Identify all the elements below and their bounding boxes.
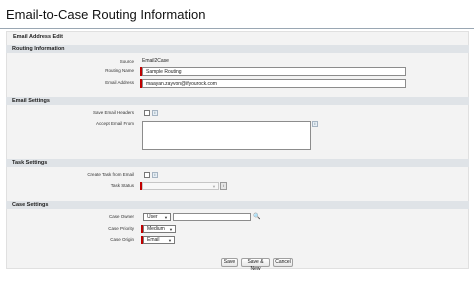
accept-email-from-textarea[interactable] bbox=[142, 121, 311, 150]
source-label: Source bbox=[119, 59, 134, 64]
case-priority-label: Case Priority bbox=[108, 226, 134, 231]
section-task-settings: Task Settings bbox=[6, 159, 469, 167]
save-button[interactable]: Save bbox=[221, 258, 238, 267]
title-divider bbox=[0, 28, 474, 29]
chevron-down-icon: ▼ bbox=[169, 227, 173, 232]
email-address-label: Email Address bbox=[105, 80, 134, 85]
panel-header: Email Address Edit bbox=[7, 32, 468, 43]
task-status-info-icon[interactable]: i bbox=[220, 182, 227, 190]
cancel-button[interactable]: Cancel bbox=[273, 258, 293, 267]
section-case-settings: Case Settings bbox=[6, 201, 469, 209]
info-icon[interactable]: i bbox=[152, 172, 158, 178]
task-status-select[interactable]: ▼ bbox=[142, 182, 219, 190]
info-icon[interactable]: i bbox=[152, 110, 158, 116]
section-routing-information: Routing Information bbox=[6, 45, 469, 53]
create-task-checkbox[interactable] bbox=[144, 172, 150, 178]
task-status-label: Task Status bbox=[110, 183, 134, 188]
case-owner-type-select[interactable]: User ▼ bbox=[143, 213, 171, 221]
case-origin-select[interactable]: Email ▼ bbox=[143, 236, 175, 244]
chevron-down-icon: ▼ bbox=[212, 184, 216, 189]
create-task-label: Create Task from Email bbox=[87, 172, 134, 177]
case-owner-label: Case Owner bbox=[108, 214, 134, 219]
accept-email-from-label: Accept Email From bbox=[95, 121, 134, 126]
case-priority-select[interactable]: Medium ▼ bbox=[143, 225, 176, 233]
section-title: Routing Information bbox=[12, 46, 65, 52]
section-title: Email Settings bbox=[12, 98, 50, 104]
lookup-icon[interactable]: 🔍 bbox=[253, 213, 261, 220]
chevron-down-icon: ▼ bbox=[168, 238, 172, 243]
section-title: Case Settings bbox=[12, 202, 49, 208]
save-email-headers-checkbox[interactable] bbox=[144, 110, 150, 116]
chevron-down-icon: ▼ bbox=[164, 215, 168, 220]
section-title: Task Settings bbox=[12, 160, 48, 166]
info-icon[interactable]: i bbox=[312, 121, 318, 127]
email-address-input[interactable]: maayan.zayvon@ifyourock.com bbox=[142, 79, 406, 88]
case-owner-input[interactable] bbox=[173, 213, 251, 221]
source-value: Email2Case bbox=[142, 58, 169, 64]
save-email-headers-label: Save Email Headers bbox=[92, 110, 134, 115]
save-and-new-button[interactable]: Save & New bbox=[241, 258, 270, 272]
routing-name-label: Routing Name bbox=[105, 68, 134, 73]
case-priority-value: Medium bbox=[147, 226, 165, 232]
routing-name-input[interactable]: Sample Routing bbox=[142, 67, 406, 76]
section-email-settings: Email Settings bbox=[6, 97, 469, 105]
page-title: Email-to-Case Routing Information bbox=[6, 7, 206, 22]
case-owner-type-value: User bbox=[147, 214, 158, 220]
panel-title: Email Address Edit bbox=[13, 34, 63, 40]
case-origin-value: Email bbox=[147, 237, 160, 243]
case-origin-label: Case Origin bbox=[110, 237, 134, 242]
